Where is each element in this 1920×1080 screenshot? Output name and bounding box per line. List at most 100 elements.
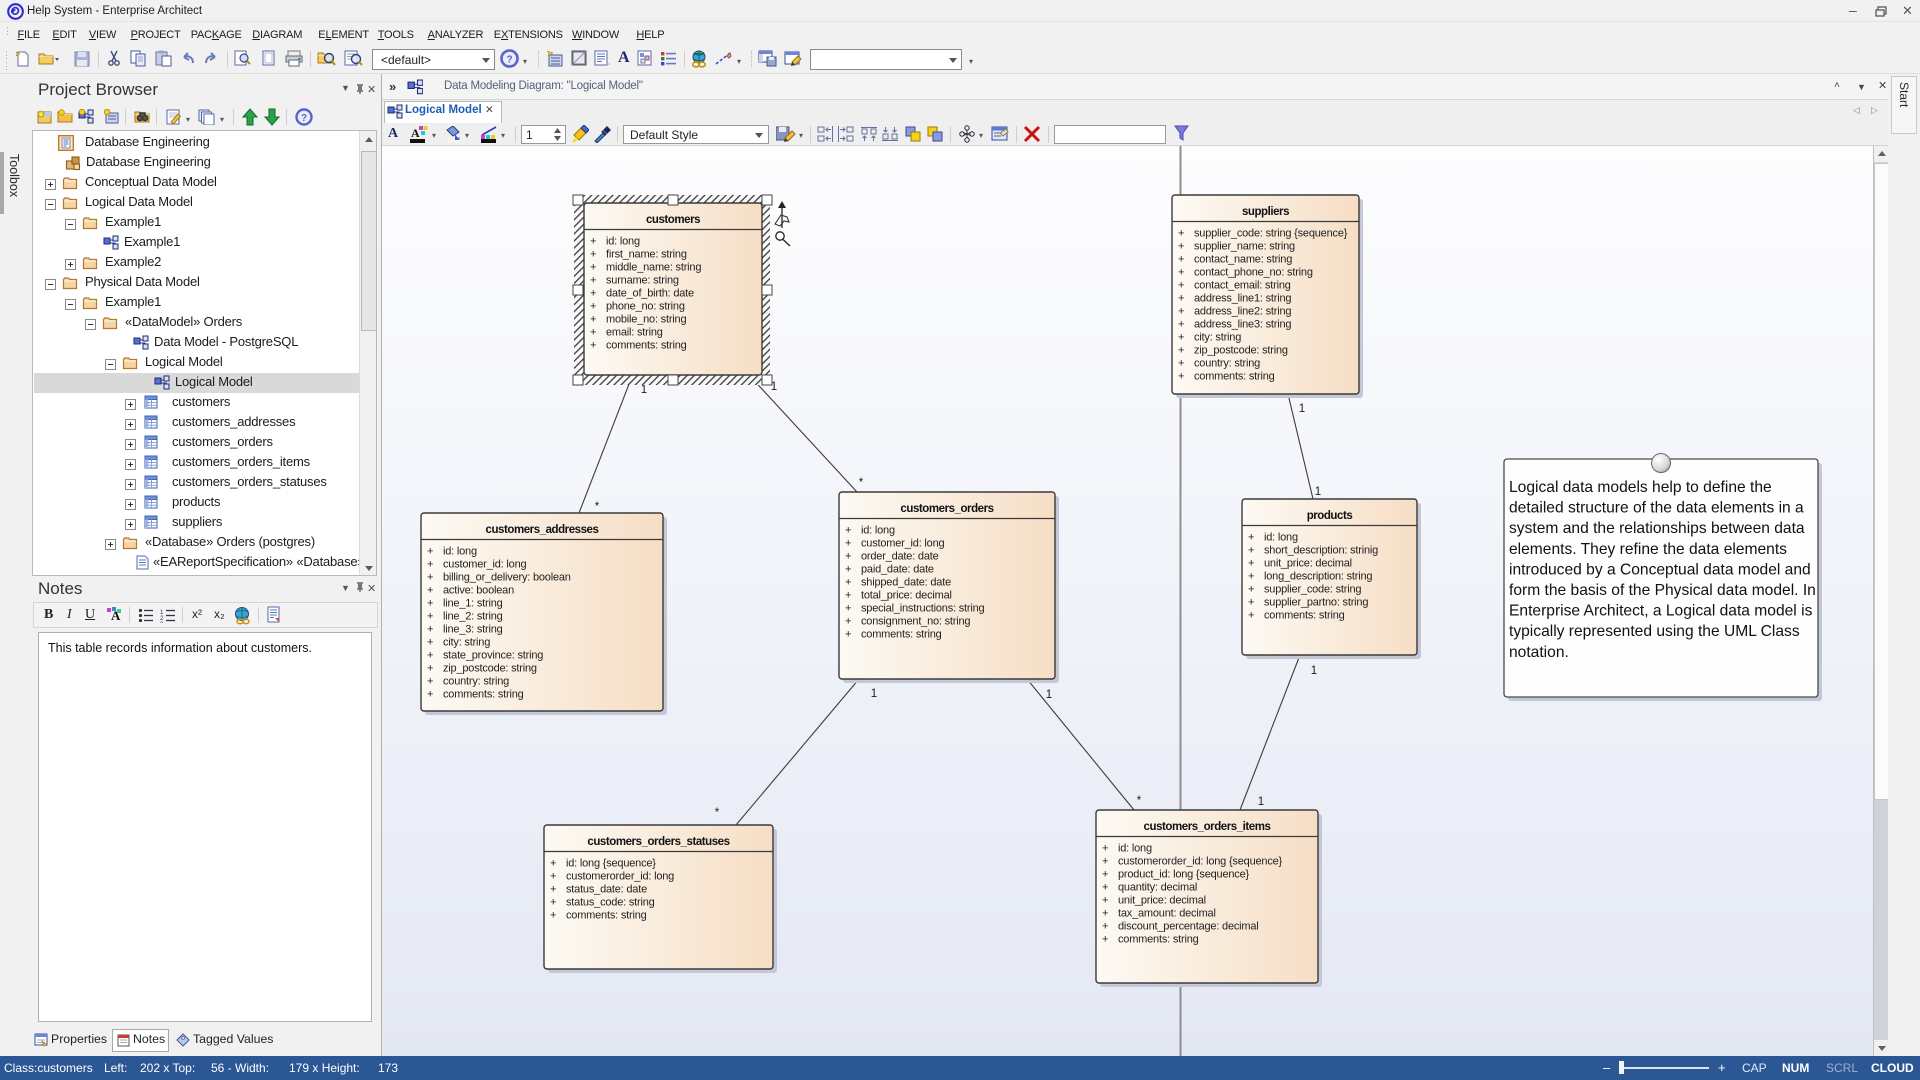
svg-text:+: +: [1248, 545, 1254, 557]
svg-text:+: +: [1248, 558, 1254, 570]
svg-text:+: +: [845, 616, 851, 628]
svg-text:+: +: [1178, 267, 1184, 279]
svg-text:+: +: [427, 676, 433, 688]
svg-text:+: +: [550, 897, 556, 909]
svg-text:id: long: id: long: [1264, 532, 1298, 544]
svg-text:+: +: [590, 301, 596, 313]
svg-text:unit_price: decimal: unit_price: decimal: [1118, 895, 1206, 907]
svg-text:+: +: [590, 262, 596, 274]
svg-text:address_line1: string: address_line1: string: [1194, 293, 1291, 305]
svg-text:+: +: [845, 590, 851, 602]
svg-text:active: boolean: active: boolean: [443, 585, 514, 597]
svg-text:status_code: string: status_code: string: [566, 897, 655, 909]
svg-text:+: +: [845, 551, 851, 563]
svg-text:+: +: [1248, 584, 1254, 596]
svg-text:id: long: id: long: [443, 546, 477, 558]
svg-text:state_province: string: state_province: string: [443, 650, 543, 662]
svg-text:+: +: [1102, 921, 1108, 933]
svg-text:shipped_date: date: shipped_date: date: [861, 577, 951, 589]
svg-text:introduced by a Conceptual dat: introduced by a Conceptual data model an…: [1509, 561, 1811, 578]
svg-text:+: +: [845, 577, 851, 589]
svg-text:city: string: city: string: [1194, 332, 1241, 344]
svg-text:consignment_no: string: consignment_no: string: [861, 616, 970, 628]
svg-text:+: +: [427, 637, 433, 649]
svg-text:+: +: [550, 910, 556, 922]
svg-text:contact_name: string: contact_name: string: [1194, 254, 1292, 266]
svg-text:customerorder_id: long: customerorder_id: long: [566, 871, 674, 883]
svg-text:+: +: [1178, 241, 1184, 253]
svg-text:email: string: email: string: [606, 327, 663, 339]
svg-text:total_price: decimal: total_price: decimal: [861, 590, 952, 602]
svg-text:quantity: decimal: quantity: decimal: [1118, 882, 1197, 894]
svg-text:+: +: [1178, 332, 1184, 344]
svg-text:*: *: [715, 807, 720, 819]
svg-text:date_of_birth: date: date_of_birth: date: [606, 288, 694, 300]
svg-text:first_name: string: first_name: string: [606, 249, 687, 261]
svg-text:+: +: [427, 546, 433, 558]
svg-text:+: +: [1248, 532, 1254, 544]
svg-text:+: +: [590, 275, 596, 287]
svg-text:Enterprise Architect, a Logica: Enterprise Architect, a Logical data mod…: [1509, 603, 1813, 620]
svg-text:unit_price: decimal: unit_price: decimal: [1264, 558, 1352, 570]
svg-text:short_description: strinig: short_description: strinig: [1264, 545, 1378, 557]
svg-text:+: +: [1178, 319, 1184, 331]
svg-text:elements. They refine the data: elements. They refine the data elements: [1509, 541, 1787, 558]
svg-text:customers_orders_items: customers_orders_items: [1144, 821, 1271, 833]
svg-text:+: +: [1102, 843, 1108, 855]
svg-text:+: +: [1102, 869, 1108, 881]
svg-text:+: +: [1102, 934, 1108, 946]
svg-text:paid_date: date: paid_date: date: [861, 564, 934, 576]
svg-text:+: +: [1102, 882, 1108, 894]
svg-text:3: 3: [160, 622, 164, 623]
svg-text:?: ?: [301, 113, 307, 124]
svg-text:comments: string: comments: string: [443, 689, 524, 701]
svg-text:order_date: date: order_date: date: [861, 551, 939, 563]
svg-text:contact_phone_no: string: contact_phone_no: string: [1194, 267, 1313, 279]
svg-text:address_line3: string: address_line3: string: [1194, 319, 1291, 331]
svg-text:+: +: [427, 572, 433, 584]
svg-text:id: long: id: long: [1118, 843, 1152, 855]
svg-text:detailed structure of the data: detailed structure of the data elements …: [1509, 500, 1804, 517]
svg-text:customers_orders_statuses: customers_orders_statuses: [587, 836, 729, 848]
svg-text:+: +: [1248, 610, 1254, 622]
svg-text:line_2: string: line_2: string: [443, 611, 503, 623]
svg-text:+: +: [590, 288, 596, 300]
svg-text:customer_id: long: customer_id: long: [861, 538, 945, 550]
svg-text:+: +: [1248, 597, 1254, 609]
svg-text:+: +: [1102, 856, 1108, 868]
svg-text:+: +: [1178, 280, 1184, 292]
svg-text:A: A: [411, 126, 420, 140]
svg-text:zip_postcode: string: zip_postcode: string: [1194, 345, 1288, 357]
svg-text:form the basis of the Physical: form the basis of the Physical data mode…: [1509, 582, 1816, 599]
svg-text:+: +: [845, 525, 851, 537]
svg-text:*: *: [595, 501, 600, 513]
svg-text:system and the relationships b: system and the relationships between dat…: [1509, 520, 1805, 537]
svg-text:+: +: [427, 650, 433, 662]
svg-text:+: +: [1178, 345, 1184, 357]
svg-text:1: 1: [871, 688, 877, 700]
svg-text:special_instructions: string: special_instructions: string: [861, 603, 984, 615]
svg-text:?: ?: [506, 55, 512, 66]
svg-text:product_id: long {sequence}: product_id: long {sequence}: [1118, 869, 1250, 881]
svg-text:+: +: [1178, 228, 1184, 240]
svg-text:country: string: country: string: [443, 676, 509, 688]
svg-text:+: +: [550, 884, 556, 896]
svg-text:+: +: [1178, 358, 1184, 370]
svg-text:line_1: string: line_1: string: [443, 598, 503, 610]
svg-text:id: long: id: long: [861, 525, 895, 537]
svg-text:contact_email: string: contact_email: string: [1194, 280, 1291, 292]
svg-text:+: +: [590, 314, 596, 326]
svg-text:customer_id: long: customer_id: long: [443, 559, 527, 571]
svg-text:*: *: [859, 477, 864, 489]
svg-text:+: +: [427, 559, 433, 571]
svg-text:+: +: [550, 858, 556, 870]
svg-text:+: +: [427, 689, 433, 701]
svg-text:+: +: [590, 249, 596, 261]
svg-text:city: string: city: string: [443, 637, 490, 649]
svg-text:middle_name: string: middle_name: string: [606, 262, 701, 274]
svg-text:discount_percentage: decimal: discount_percentage: decimal: [1118, 921, 1259, 933]
svg-text:comments: string: comments: string: [1264, 610, 1345, 622]
svg-text:+: +: [1248, 571, 1254, 583]
svg-text:+: +: [427, 585, 433, 597]
svg-text:+: +: [1178, 371, 1184, 383]
